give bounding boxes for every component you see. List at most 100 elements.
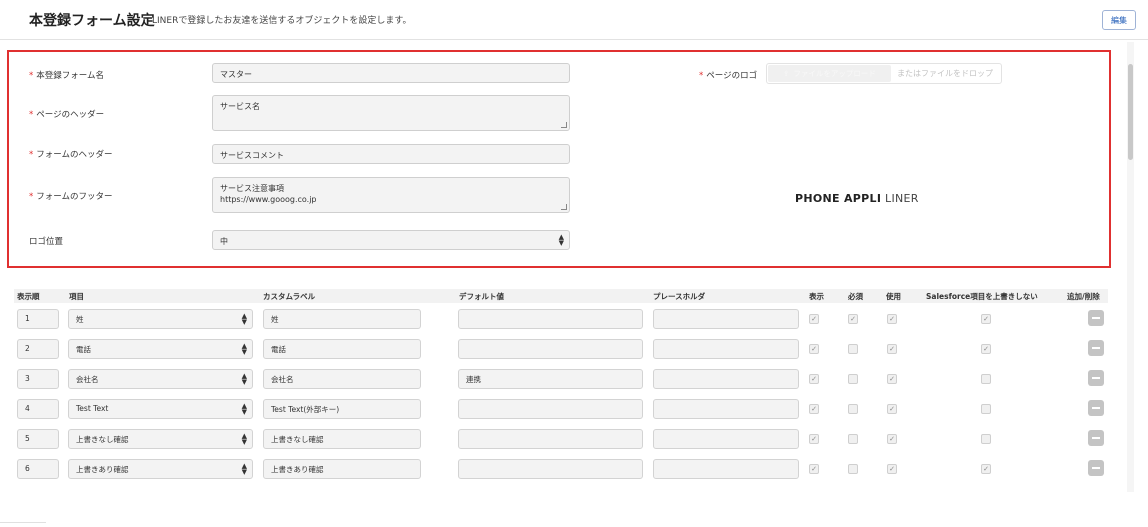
logo-preview: PHONE APPLI LINER (795, 192, 919, 205)
checkbox-display[interactable]: ✓ (809, 404, 819, 414)
checkbox-display[interactable]: ✓ (809, 434, 819, 444)
checkbox-display[interactable]: ✓ (809, 344, 819, 354)
select-arrows-icon: ▲ ▼ (241, 462, 247, 476)
form-footer-label: * フォームのフッター (29, 192, 113, 202)
order-input[interactable]: 3 (17, 369, 59, 389)
checkbox-required[interactable]: ✓ (848, 314, 858, 324)
drop-file-text: またはファイルをドロップ (897, 69, 993, 78)
col-item: 項目 (69, 292, 84, 301)
logo-position-label: ロゴ位置 (29, 237, 64, 247)
page-header: 本登録フォーム設定 LINERで登録したお友達を送信するオブジェクトを設定します… (0, 0, 1148, 40)
form-name-input[interactable]: マスター (212, 63, 570, 83)
custom-label-input[interactable]: Test Text(外部キー) (263, 399, 421, 419)
order-input[interactable]: 5 (17, 429, 59, 449)
edit-button[interactable]: 編集 (1102, 10, 1136, 30)
delete-row-button[interactable] (1088, 430, 1104, 446)
custom-label-input[interactable]: 上書きあり確認 (263, 459, 421, 479)
checkbox-no-overwrite[interactable]: ✓ (981, 344, 991, 354)
item-select[interactable]: 姓 ▲ ▼ (68, 309, 253, 329)
logo-upload-dropzone[interactable]: ⇪ ファイルをアップロード またはファイルをドロップ (766, 63, 1002, 84)
delete-row-button[interactable] (1088, 340, 1104, 356)
col-add-delete: 追加/削除 (1067, 292, 1100, 301)
select-arrows-icon: ▲ ▼ (241, 342, 247, 356)
checkbox-use[interactable]: ✓ (887, 314, 897, 324)
table-row: 2 電話 ▲ ▼ 電話 ✓ ✓ ✓ (14, 339, 1108, 361)
order-input[interactable]: 4 (17, 399, 59, 419)
order-input[interactable]: 1 (17, 309, 59, 329)
table-row: 6 上書きあり確認 ▲ ▼ 上書きあり確認 ✓ ✓ ✓ (14, 459, 1108, 481)
default-value-input[interactable] (458, 429, 643, 449)
vertical-scrollbar[interactable] (1127, 42, 1134, 492)
checkbox-use[interactable]: ✓ (887, 464, 897, 474)
delete-row-button[interactable] (1088, 310, 1104, 326)
checkbox-no-overwrite[interactable] (981, 404, 991, 414)
checkbox-no-overwrite[interactable] (981, 434, 991, 444)
checkbox-required[interactable] (848, 344, 858, 354)
default-value-input[interactable]: 連携 (458, 369, 643, 389)
table-row: 5 上書きなし確認 ▲ ▼ 上書きなし確認 ✓ ✓ (14, 429, 1108, 451)
form-header-label: * フォームのヘッダー (29, 150, 113, 160)
order-input[interactable]: 2 (17, 339, 59, 359)
delete-row-button[interactable] (1088, 460, 1104, 476)
form-name-label: * 本登録フォーム名 (29, 71, 104, 81)
page-header-textarea[interactable]: サービス名 (212, 95, 570, 131)
col-use: 使用 (886, 292, 901, 301)
placeholder-input[interactable] (653, 429, 799, 449)
select-arrows-icon: ▲ ▼ (241, 312, 247, 326)
checkbox-no-overwrite[interactable]: ✓ (981, 314, 991, 324)
item-select[interactable]: Test Text ▲ ▼ (68, 399, 253, 419)
checkbox-required[interactable] (848, 464, 858, 474)
checkbox-use[interactable]: ✓ (887, 404, 897, 414)
checkbox-required[interactable] (848, 374, 858, 384)
item-select[interactable]: 上書きなし確認 ▲ ▼ (68, 429, 253, 449)
checkbox-no-overwrite[interactable] (981, 374, 991, 384)
scrollbar-thumb[interactable] (1128, 64, 1133, 160)
divider (0, 522, 46, 527)
item-select[interactable]: 電話 ▲ ▼ (68, 339, 253, 359)
custom-label-input[interactable]: 会社名 (263, 369, 421, 389)
upload-icon: ⇪ (783, 69, 790, 78)
checkbox-display[interactable]: ✓ (809, 464, 819, 474)
resize-grip-icon[interactable] (561, 122, 567, 128)
delete-row-button[interactable] (1088, 400, 1104, 416)
default-value-input[interactable] (458, 399, 643, 419)
order-input[interactable]: 6 (17, 459, 59, 479)
checkbox-use[interactable]: ✓ (887, 344, 897, 354)
default-value-input[interactable] (458, 459, 643, 479)
form-header-input[interactable]: サービスコメント (212, 144, 570, 164)
item-select[interactable]: 上書きあり確認 ▲ ▼ (68, 459, 253, 479)
upload-file-button[interactable]: ⇪ ファイルをアップロード (768, 65, 891, 82)
item-select[interactable]: 会社名 ▲ ▼ (68, 369, 253, 389)
select-arrows-icon: ▲ ▼ (558, 233, 564, 247)
table-header-row: 表示順 項目 カスタムラベル デフォルト値 プレースホルダ 表示 必須 使用 S… (14, 289, 1108, 303)
placeholder-input[interactable] (653, 399, 799, 419)
checkbox-no-overwrite[interactable]: ✓ (981, 464, 991, 474)
delete-row-button[interactable] (1088, 370, 1104, 386)
placeholder-input[interactable] (653, 459, 799, 479)
logo-position-select[interactable]: 中 ▲ ▼ (212, 230, 570, 250)
page-header-label: * ページのヘッダー (29, 110, 105, 120)
checkbox-display[interactable]: ✓ (809, 374, 819, 384)
table-row: 1 姓 ▲ ▼ 姓 ✓ ✓ ✓ ✓ (14, 309, 1108, 331)
page-title: 本登録フォーム設定 (29, 13, 155, 29)
checkbox-required[interactable] (848, 434, 858, 444)
custom-label-input[interactable]: 上書きなし確認 (263, 429, 421, 449)
custom-label-input[interactable]: 姓 (263, 309, 421, 329)
placeholder-input[interactable] (653, 309, 799, 329)
page-logo-label: * ページのロゴ (699, 71, 758, 81)
col-placeholder: プレースホルダ (653, 292, 706, 301)
default-value-input[interactable] (458, 339, 643, 359)
checkbox-display[interactable]: ✓ (809, 314, 819, 324)
resize-grip-icon[interactable] (561, 204, 567, 210)
placeholder-input[interactable] (653, 339, 799, 359)
checkbox-use[interactable]: ✓ (887, 434, 897, 444)
col-display: 表示 (809, 292, 824, 301)
checkbox-use[interactable]: ✓ (887, 374, 897, 384)
checkbox-required[interactable] (848, 404, 858, 414)
custom-label-input[interactable]: 電話 (263, 339, 421, 359)
page-description: LINERで登録したお友達を送信するオブジェクトを設定します。 (152, 16, 412, 26)
form-footer-textarea[interactable]: サービス注意事項 https://www.gooog.co.jp (212, 177, 570, 213)
col-required: 必須 (848, 292, 863, 301)
default-value-input[interactable] (458, 309, 643, 329)
placeholder-input[interactable] (653, 369, 799, 389)
